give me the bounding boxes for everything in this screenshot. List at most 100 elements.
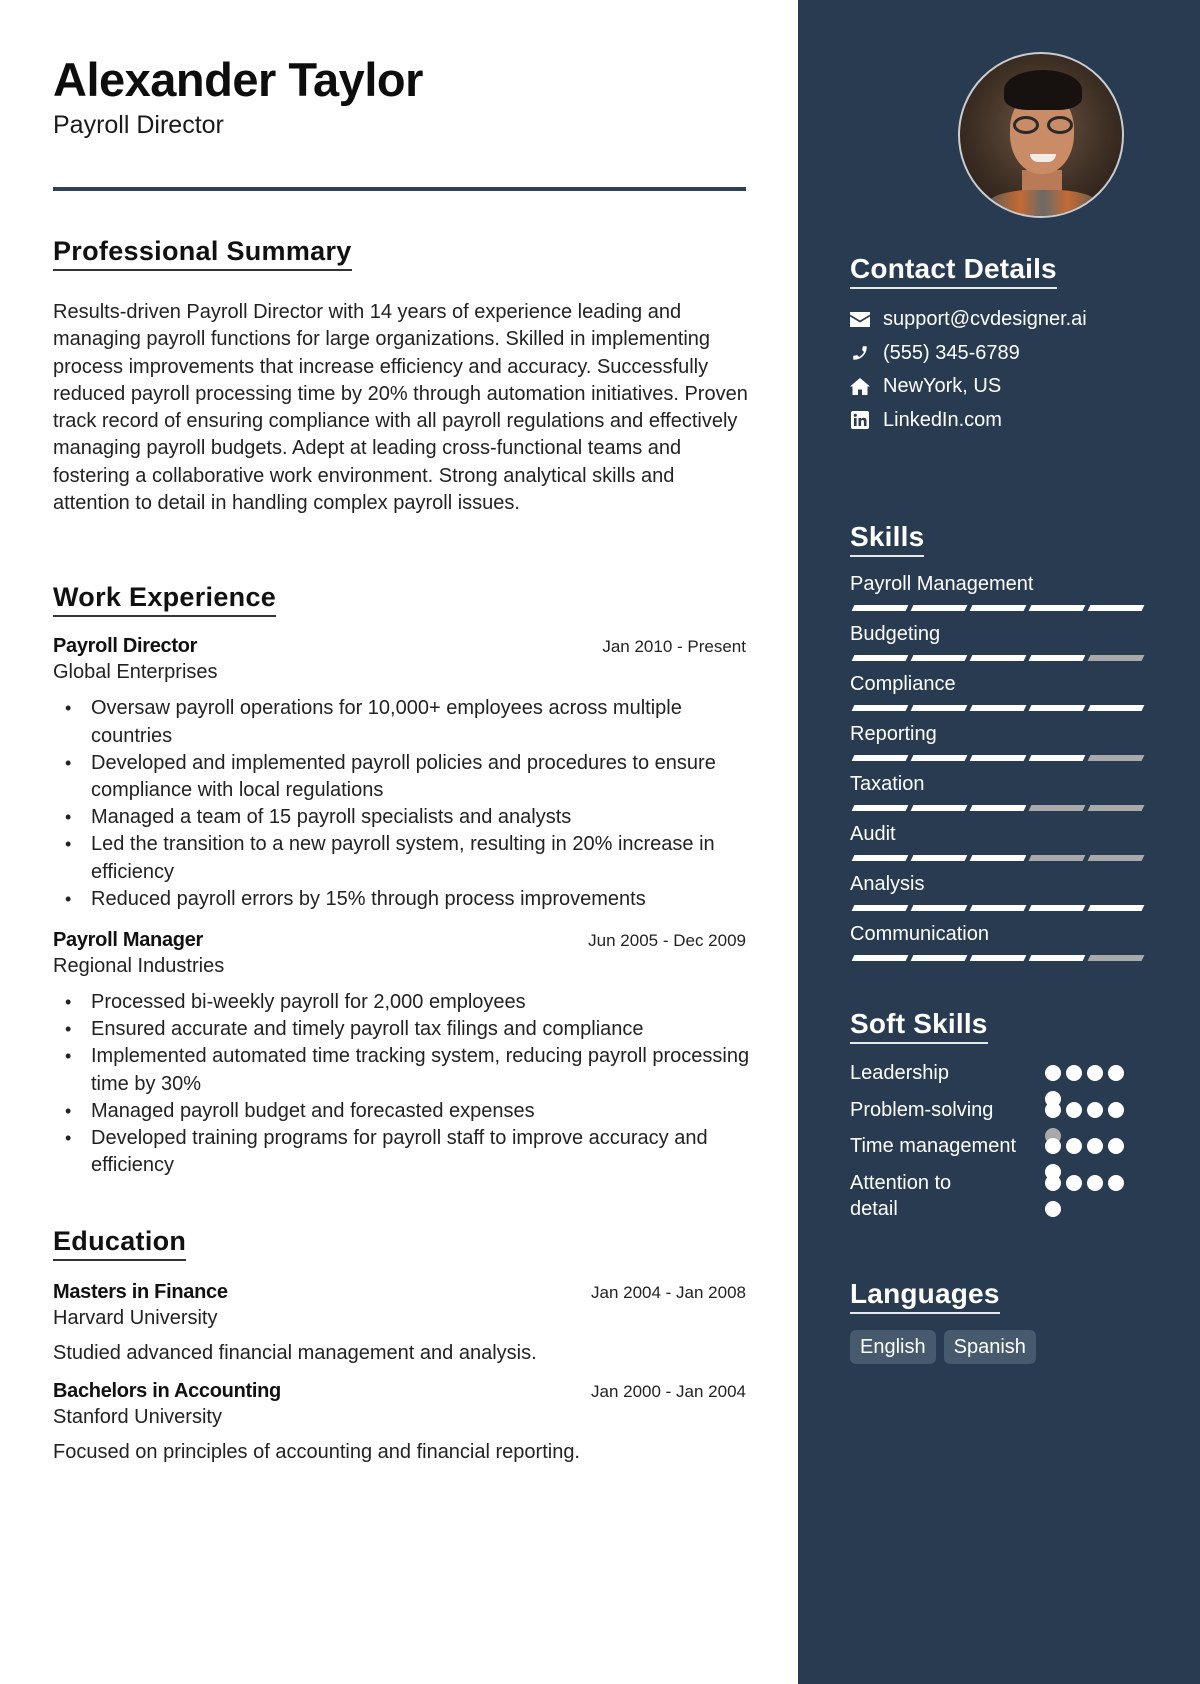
skill-segment-filled	[851, 705, 909, 711]
skill-level-bar	[850, 755, 1148, 761]
skill-item: Communication	[850, 921, 1148, 961]
soft-skill-rating	[1045, 1058, 1130, 1107]
envelope-icon	[850, 310, 870, 330]
job-bullet: Implemented automated time tracking syst…	[53, 1043, 753, 1097]
languages-list: English Spanish	[850, 1329, 1148, 1364]
job-bullets: Processed bi-weekly payroll for 2,000 em…	[53, 989, 749, 1179]
soft-skill-name: Attention to detail	[850, 1171, 952, 1221]
job-bullet: Developed training programs for payroll …	[53, 1125, 753, 1179]
contact-location: NewYork, US	[850, 370, 1148, 404]
skills-heading: Skills	[850, 520, 925, 557]
candidate-title: Payroll Director	[53, 111, 224, 139]
education-entry: Masters in Finance Jan 2004 - Jan 2008 H…	[53, 1279, 746, 1366]
skill-item: Compliance	[850, 671, 1148, 711]
skill-item: Reporting	[850, 721, 1148, 761]
rating-dot-filled	[1066, 1065, 1082, 1081]
skill-segment-filled	[969, 905, 1027, 911]
skill-segment-filled	[851, 855, 909, 861]
skill-name: Reporting	[850, 723, 937, 745]
rating-dot-filled	[1045, 1174, 1061, 1191]
skill-item: Payroll Management	[850, 571, 1148, 611]
job-bullet: Ensured accurate and timely payroll tax …	[53, 1016, 753, 1043]
candidate-name: Alexander Taylor	[53, 53, 423, 106]
skill-segment-empty	[1028, 805, 1086, 811]
rating-dot-filled	[1066, 1138, 1082, 1154]
job-company: Global Enterprises	[53, 661, 218, 684]
skill-segment-filled	[1028, 705, 1086, 711]
header-divider	[53, 187, 746, 191]
job-bullet: Reduced payroll errors by 15% through pr…	[53, 886, 753, 913]
skill-segment-filled	[910, 855, 968, 861]
skill-segment-filled	[969, 605, 1027, 611]
contact-linkedin[interactable]: LinkedIn.com	[850, 404, 1148, 438]
skill-name: Budgeting	[850, 623, 941, 645]
work-experience-heading: Work Experience	[53, 581, 277, 618]
skill-level-bar	[850, 905, 1148, 911]
education-dates: Jan 2004 - Jan 2008	[590, 1283, 746, 1303]
job-dates: Jan 2010 - Present	[602, 637, 746, 657]
soft-skill-rating	[1045, 1131, 1130, 1180]
soft-skill-rating	[1045, 1095, 1130, 1144]
skill-segment-filled	[1087, 905, 1145, 911]
rating-dot-filled	[1108, 1174, 1124, 1191]
soft-skill-name: Problem-solving	[850, 1098, 994, 1121]
skill-segment-filled	[851, 605, 909, 611]
skill-segment-filled	[1028, 955, 1086, 961]
languages-heading: Languages	[850, 1277, 1000, 1314]
education-description: Focused on principles of accounting and …	[53, 1441, 580, 1464]
job-bullet: Managed a team of 15 payroll specialists…	[53, 804, 753, 831]
skill-name: Analysis	[850, 873, 925, 895]
skill-item: Analysis	[850, 871, 1148, 911]
rating-dot-filled	[1045, 1138, 1061, 1154]
soft-skill-name: Leadership	[850, 1062, 949, 1084]
rating-dot-filled	[1087, 1101, 1103, 1118]
summary-text: Results-driven Payroll Director with 14 …	[53, 301, 748, 515]
job-bullet: Led the transition to a new payroll syst…	[53, 831, 753, 885]
rating-dot-filled	[1045, 1065, 1061, 1081]
education-dates: Jan 2000 - Jan 2004	[590, 1382, 746, 1402]
job-company: Regional Industries	[53, 955, 225, 977]
rating-dot-filled	[1045, 1101, 1061, 1118]
job-entry: Payroll Director Jan 2010 - Present Glob…	[53, 633, 746, 913]
skill-item: Audit	[850, 821, 1148, 861]
contact-list: support@cvdesigner.ai (555) 345-6789 New…	[850, 303, 1148, 437]
phone-icon	[850, 343, 870, 363]
skill-segment-filled	[851, 655, 909, 661]
job-bullet: Managed payroll budget and forecasted ex…	[53, 1098, 753, 1125]
skill-item: Taxation	[850, 771, 1148, 811]
skill-level-bar	[850, 805, 1148, 811]
skill-segment-filled	[1087, 705, 1145, 711]
rating-dot-filled	[1087, 1065, 1103, 1081]
skill-name: Taxation	[850, 773, 925, 795]
skill-name: Communication	[850, 923, 989, 945]
soft-skill-item: Attention to detail	[850, 1168, 1150, 1223]
skill-segment-filled	[910, 905, 968, 911]
job-bullet: Processed bi-weekly payroll for 2,000 em…	[53, 989, 753, 1016]
main-column: Alexander Taylor Payroll Director Profes…	[0, 0, 798, 1684]
home-icon	[850, 377, 870, 397]
rating-dot-filled	[1066, 1101, 1082, 1118]
education-entry: Bachelors in Accounting Jan 2000 - Jan 2…	[53, 1378, 746, 1465]
soft-skill-item: Problem-solving	[850, 1095, 1150, 1144]
skill-level-bar	[850, 605, 1148, 611]
skill-segment-filled	[910, 705, 968, 711]
degree: Bachelors in Accounting	[53, 1380, 281, 1403]
skill-segment-filled	[910, 955, 968, 961]
skill-segment-filled	[910, 655, 968, 661]
skill-name: Payroll Management	[850, 573, 1034, 595]
job-role: Payroll Manager	[53, 929, 204, 951]
degree: Masters in Finance	[53, 1281, 228, 1304]
summary-section: Professional Summary Results-driven Payr…	[53, 235, 748, 517]
skill-segment-filled	[969, 755, 1027, 761]
skill-segment-filled	[969, 805, 1027, 811]
contact-email[interactable]: support@cvdesigner.ai	[850, 303, 1148, 337]
skill-level-bar	[850, 955, 1148, 961]
skill-segment-filled	[969, 705, 1027, 711]
contact-phone[interactable]: (555) 345-6789	[850, 337, 1148, 371]
rating-dot-filled	[1108, 1138, 1124, 1154]
school: Harvard University	[53, 1307, 218, 1330]
skill-segment-empty	[1087, 805, 1145, 811]
contact-linkedin-text: LinkedIn.com	[883, 408, 1002, 431]
skill-segment-filled	[1028, 905, 1086, 911]
school: Stanford University	[53, 1406, 222, 1429]
